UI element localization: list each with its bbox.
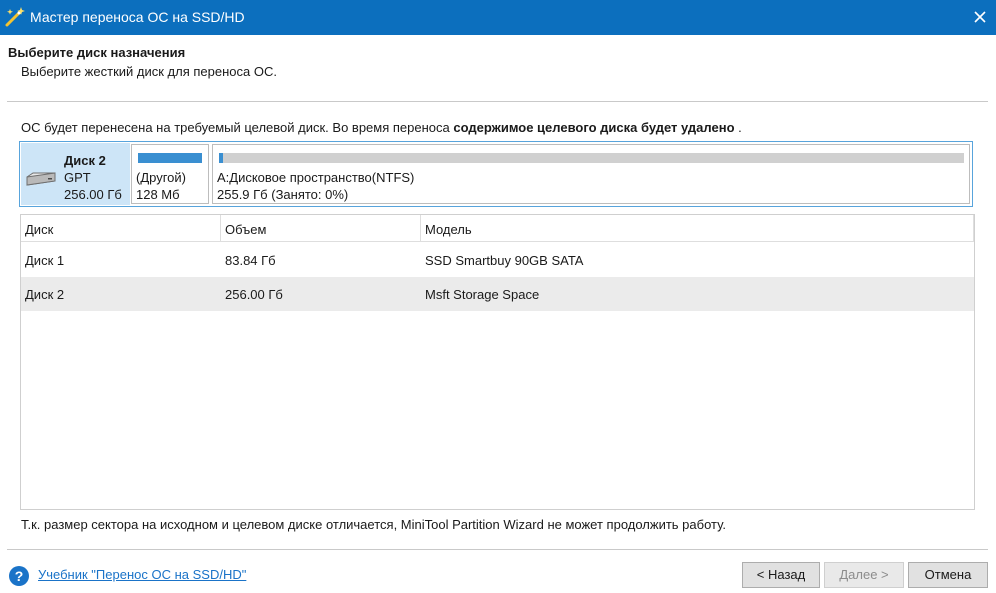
disk-map-header[interactable]: Диск 2 GPT 256.00 Гб xyxy=(21,143,130,205)
footer-divider xyxy=(7,549,988,550)
column-header-disk[interactable]: Диск xyxy=(21,215,221,241)
title-bar: Мастер переноса ОС на SSD/HD xyxy=(0,0,996,35)
row-model: SSD Smartbuy 90GB SATA xyxy=(425,253,584,268)
partition-usage-bar xyxy=(138,153,202,163)
cancel-button[interactable]: Отмена xyxy=(908,562,988,588)
erase-notice-prefix: ОС будет перенесена на требуемый целевой… xyxy=(21,120,454,135)
partition-label: A:Дисковое пространство(NTFS) xyxy=(217,170,415,185)
partition-usage-bar xyxy=(219,153,964,163)
hard-drive-icon xyxy=(26,172,56,186)
row-disk: Диск 2 xyxy=(25,287,65,302)
disk-map[interactable]: Диск 2 GPT 256.00 Гб (Другой) 128 Мб A:Д… xyxy=(19,141,973,207)
partition-usage-fill xyxy=(219,153,223,163)
partition-label: (Другой) xyxy=(136,170,186,185)
window-title: Мастер переноса ОС на SSD/HD xyxy=(30,9,245,25)
sector-size-warning: Т.к. размер сектора на исходном и целево… xyxy=(21,517,726,532)
column-header-model[interactable]: Модель xyxy=(421,215,974,241)
step-heading: Выберите диск назначения xyxy=(8,45,186,60)
table-row[interactable]: Диск 1 83.84 Гб SSD Smartbuy 90GB SATA xyxy=(21,243,974,277)
wizard-app-icon xyxy=(5,7,25,27)
back-button[interactable]: < Назад xyxy=(742,562,820,588)
row-capacity: 256.00 Гб xyxy=(225,287,283,302)
table-row-selected[interactable]: Диск 2 256.00 Гб Msft Storage Space xyxy=(21,277,974,311)
disk-map-name: Диск 2 xyxy=(64,153,106,168)
header-divider xyxy=(7,101,988,102)
svg-text:?: ? xyxy=(15,568,24,584)
disk-map-type: GPT xyxy=(64,170,91,185)
erase-notice-suffix: . xyxy=(734,120,742,135)
erase-notice-bold: содержимое целевого диска будет удалено xyxy=(453,120,735,135)
disk-table[interactable]: Диск Объем Модель Диск 1 83.84 Гб SSD Sm… xyxy=(20,214,975,510)
tutorial-link[interactable]: Учебник "Перенос ОС на SSD/HD" xyxy=(38,567,246,582)
row-disk: Диск 1 xyxy=(25,253,65,268)
partition-size: 255.9 Гб (Занято: 0%) xyxy=(217,187,349,202)
question-circle-icon[interactable]: ? xyxy=(8,565,30,587)
row-model: Msft Storage Space xyxy=(425,287,540,302)
partition-block-2[interactable]: A:Дисковое пространство(NTFS) 255.9 Гб (… xyxy=(212,144,970,204)
column-header-capacity[interactable]: Объем xyxy=(221,215,421,241)
step-subheading: Выберите жесткий диск для переноса ОС. xyxy=(21,64,277,79)
erase-notice: ОС будет перенесена на требуемый целевой… xyxy=(21,120,742,135)
next-button[interactable]: Далее > xyxy=(824,562,904,588)
row-capacity: 83.84 Гб xyxy=(225,253,276,268)
partition-size: 128 Мб xyxy=(136,187,180,202)
table-header: Диск Объем Модель xyxy=(21,215,974,242)
close-icon[interactable] xyxy=(968,5,992,29)
disk-map-size: 256.00 Гб xyxy=(64,187,122,202)
partition-block-1[interactable]: (Другой) 128 Мб xyxy=(131,144,209,204)
